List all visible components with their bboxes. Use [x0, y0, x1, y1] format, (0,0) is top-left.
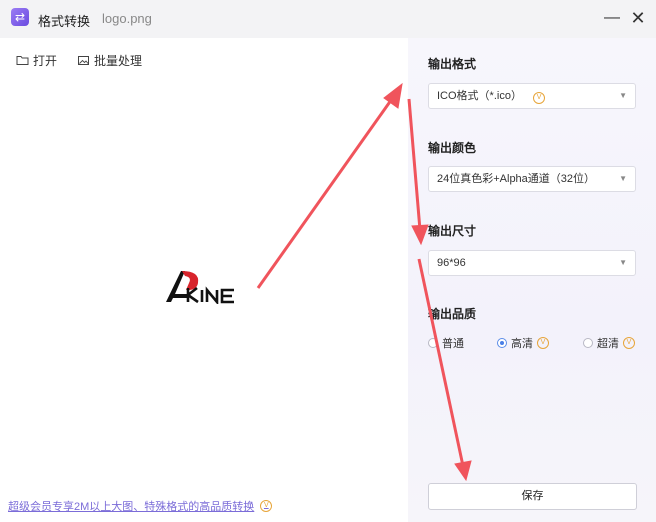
radio-button-selected[interactable] [497, 338, 507, 348]
quality-radio-group: 普通 高清 V 超清 V [428, 335, 640, 351]
title-bar: ⇄ 格式转换 logo.png — ✕ [0, 0, 656, 38]
open-label: 打开 [33, 54, 58, 68]
chevron-down-icon: ▼ [619, 91, 627, 100]
close-button[interactable]: ✕ [626, 6, 650, 30]
size-value: 96*96 [437, 257, 466, 269]
format-value: ICO格式（*.ico） [437, 90, 522, 102]
vip-coin-icon: V [623, 337, 635, 349]
quality-option-label: 超清 [597, 338, 619, 350]
quality-option-label: 高清 [511, 338, 533, 350]
settings-pane: 输出格式 ICO格式（*.ico） V ▼ 输出颜色 24位真色彩+Alpha通… [408, 38, 656, 522]
format-label: 输出格式 [428, 57, 477, 71]
promo-text: 超级会员专享2M以上大图、特殊格式的高品质转换 [8, 501, 255, 513]
quality-label: 输出品质 [428, 307, 477, 321]
images-icon [78, 56, 89, 65]
vip-coin-icon: V [260, 500, 273, 512]
size-select[interactable]: 96*96 ▼ [428, 250, 636, 276]
vip-coin-icon: V [533, 92, 546, 104]
app-swap-icon: ⇄ [11, 8, 29, 26]
save-button[interactable]: 保存 [428, 483, 637, 510]
quality-option-label: 普通 [442, 338, 464, 350]
folder-icon [16, 56, 29, 65]
color-label: 输出颜色 [428, 141, 477, 155]
preview-logo-image [166, 271, 234, 304]
color-value: 24位真色彩+Alpha通道（32位） [437, 173, 596, 185]
minimize-button[interactable]: — [600, 6, 624, 30]
radio-button[interactable] [428, 338, 438, 348]
file-name: logo.png [102, 11, 152, 26]
batch-process-button[interactable]: 批量处理 [77, 52, 142, 69]
chevron-down-icon: ▼ [619, 258, 627, 267]
quality-option-uhd[interactable]: 超清 V [583, 335, 635, 351]
vip-coin-icon: V [537, 337, 549, 349]
quality-option-normal[interactable]: 普通 [428, 335, 464, 351]
batch-label: 批量处理 [94, 54, 143, 68]
chevron-down-icon: ▼ [619, 174, 627, 183]
vip-promo-link[interactable]: 超级会员专享2M以上大图、特殊格式的高品质转换 V [8, 498, 273, 514]
radio-button[interactable] [583, 338, 593, 348]
open-button[interactable]: 打开 [16, 52, 57, 69]
preview-pane: 打开 批量处理 超级会员专享2M以上大图、特殊格式的高品质转换 V [0, 38, 408, 522]
format-select[interactable]: ICO格式（*.ico） V ▼ [428, 83, 636, 109]
quality-option-hd[interactable]: 高清 V [497, 335, 549, 351]
app-title: 格式转换 [38, 14, 91, 29]
color-select[interactable]: 24位真色彩+Alpha通道（32位） ▼ [428, 166, 636, 192]
size-label: 输出尺寸 [428, 224, 477, 238]
